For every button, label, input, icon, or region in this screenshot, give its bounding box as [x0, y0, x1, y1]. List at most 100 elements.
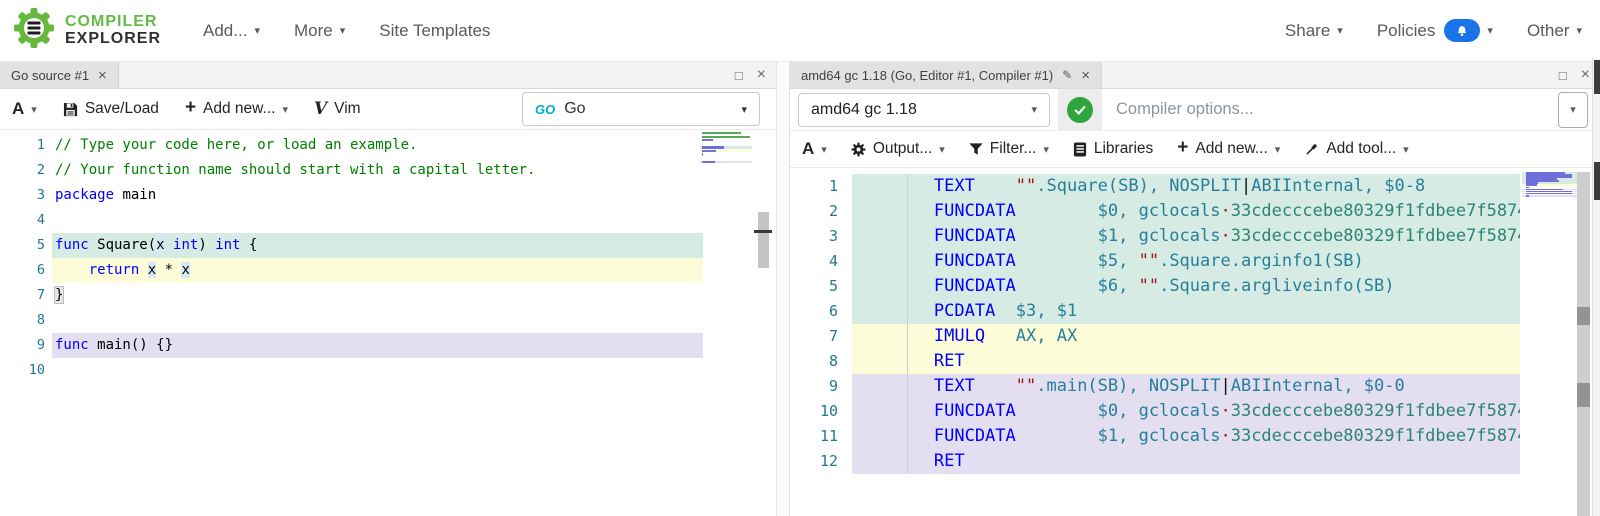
gear-icon	[851, 142, 866, 157]
line-content[interactable]: PCDATA $3, $1	[852, 299, 1520, 324]
asm-code-line[interactable]: 6 PCDATA $3, $1	[790, 299, 1600, 324]
line-content[interactable]	[52, 358, 703, 383]
source-code-line[interactable]: 6 return x * x	[0, 258, 776, 283]
line-content[interactable]: FUNCDATA $5, "".Square.arginfo1(SB)	[852, 249, 1520, 274]
line-content[interactable]: RET	[852, 449, 1520, 474]
source-code-line[interactable]: 7}	[0, 283, 776, 308]
line-content[interactable]: // Type your code here, or load an examp…	[52, 133, 703, 158]
compiler-selected: amd64 gc 1.18	[811, 101, 917, 119]
line-content[interactable]: TEXT "".Square(SB), NOSPLIT|ABIInternal,…	[852, 174, 1520, 199]
source-code-line[interactable]: 2// Your function name should start with…	[0, 158, 776, 183]
tab-compiler-output[interactable]: amd64 gc 1.18 (Go, Editor #1, Compiler #…	[790, 62, 1102, 88]
maximize-icon[interactable]: □	[735, 68, 743, 83]
menu-share[interactable]: Share▾	[1285, 21, 1343, 41]
asm-code-line[interactable]: 11 FUNCDATA $1, gclocals·33cdecccebe8032…	[790, 424, 1600, 449]
line-content[interactable]: package main	[52, 183, 703, 208]
line-number: 6	[790, 299, 838, 324]
source-editor[interactable]: 1// Type your code here, or load an exam…	[0, 130, 776, 516]
line-content[interactable]: FUNCDATA $1, gclocals·33cdecccebe80329f1…	[852, 424, 1520, 449]
source-code-line[interactable]: 8	[0, 308, 776, 333]
scrollbar-thumb[interactable]	[758, 212, 769, 268]
close-icon[interactable]: ×	[1081, 67, 1090, 84]
brand[interactable]: COMPILER EXPLORER	[12, 6, 161, 55]
line-content[interactable]: FUNCDATA $0, gclocals·33cdecccebe80329f1…	[852, 399, 1520, 424]
asm-output-editor[interactable]: 1 TEXT "".Square(SB), NOSPLIT|ABIInterna…	[790, 168, 1600, 516]
asm-code-line[interactable]: 12 RET	[790, 449, 1600, 474]
pane-splitter[interactable]	[776, 62, 790, 516]
options-dropdown-button[interactable]: ▾	[1558, 92, 1588, 128]
line-content[interactable]: FUNCDATA $0, gclocals·33cdecccebe80329f1…	[852, 199, 1520, 224]
source-toolbar: A ▾ Save/Load	[0, 89, 776, 130]
asm-code-line[interactable]: 2 FUNCDATA $0, gclocals·33cdecccebe80329…	[790, 199, 1600, 224]
line-content[interactable]: FUNCDATA $1, gclocals·33cdecccebe80329f1…	[852, 224, 1520, 249]
asm-code-line[interactable]: 4 FUNCDATA $5, "".Square.arginfo1(SB)	[790, 249, 1600, 274]
asm-code-line[interactable]: 5 FUNCDATA $6, "".Square.argliveinfo(SB)	[790, 274, 1600, 299]
asm-code-line[interactable]: 3 FUNCDATA $1, gclocals·33cdecccebe80329…	[790, 224, 1600, 249]
language-selector[interactable]: GO Go ▾	[522, 92, 760, 126]
line-content[interactable]: RET	[852, 349, 1520, 374]
menu-site-templates[interactable]: Site Templates	[379, 21, 490, 41]
line-content[interactable]: IMULQ AX, AX	[852, 324, 1520, 349]
add-tool-button[interactable]: Add tool... ▾	[1304, 140, 1408, 158]
font-size-button[interactable]: A ▾	[12, 99, 37, 119]
compiler-pane: amd64 gc 1.18 (Go, Editor #1, Compiler #…	[790, 62, 1600, 516]
maximize-icon[interactable]: □	[1559, 68, 1567, 83]
chevron-down-icon: ▾	[821, 143, 827, 156]
rename-pencil-icon[interactable]: ✎	[1062, 68, 1072, 82]
font-size-button[interactable]: A ▾	[802, 139, 827, 159]
vim-toggle-button[interactable]: V Vim	[314, 99, 361, 119]
compiler-options-input[interactable]	[1102, 90, 1558, 130]
source-code-line[interactable]: 4	[0, 208, 776, 233]
menu-other[interactable]: Other▾	[1527, 21, 1582, 41]
asm-code-line[interactable]: 8 RET	[790, 349, 1600, 374]
line-content[interactable]: TEXT "".main(SB), NOSPLIT|ABIInternal, $…	[852, 374, 1520, 399]
menu-add[interactable]: Add...▾	[203, 21, 260, 41]
asm-code-line[interactable]: 10 FUNCDATA $0, gclocals·33cdecccebe8032…	[790, 399, 1600, 424]
funnel-filter-icon	[969, 142, 983, 156]
source-code-line[interactable]: 10	[0, 358, 776, 383]
page-scrollbar[interactable]	[1592, 58, 1600, 516]
source-code-line[interactable]: 9func main() {}	[0, 333, 776, 358]
line-content[interactable]: // Your function name should start with …	[52, 158, 703, 183]
notification-bell-badge[interactable]	[1444, 19, 1480, 42]
close-icon[interactable]: ×	[98, 67, 107, 84]
line-content[interactable]: }	[52, 283, 703, 308]
source-overview-ruler[interactable]	[752, 130, 770, 516]
save-load-button[interactable]: Save/Load	[63, 100, 159, 118]
asm-code: 1 TEXT "".Square(SB), NOSPLIT|ABIInterna…	[790, 168, 1600, 474]
libraries-button[interactable]: Libraries	[1073, 140, 1153, 158]
asm-code-line[interactable]: 9 TEXT "".main(SB), NOSPLIT|ABIInternal,…	[790, 374, 1600, 399]
menu-more[interactable]: More▾	[294, 21, 345, 41]
compile-status-cell	[1058, 89, 1102, 131]
scrollbar-thumb[interactable]	[1594, 60, 1600, 94]
line-content[interactable]: func main() {}	[52, 333, 703, 358]
chevron-down-icon: ▾	[1570, 103, 1576, 116]
asm-minimap[interactable]	[1522, 172, 1577, 197]
compiler-selector[interactable]: amd64 gc 1.18 ▾	[798, 93, 1050, 127]
scrollbar-thumb[interactable]	[1594, 162, 1600, 200]
add-new-button[interactable]: + Add new... ▾	[1177, 139, 1280, 159]
line-content[interactable]	[52, 308, 703, 333]
asm-code-line[interactable]: 1 TEXT "".Square(SB), NOSPLIT|ABIInterna…	[790, 174, 1600, 199]
line-number: 7	[790, 324, 838, 349]
filter-button[interactable]: Filter... ▾	[969, 140, 1049, 158]
source-minimap[interactable]	[700, 132, 754, 168]
close-icon[interactable]: ×	[757, 66, 766, 84]
close-icon[interactable]: ×	[1581, 66, 1590, 84]
tab-go-source[interactable]: Go source #1 ×	[0, 62, 119, 88]
menu-policies[interactable]: Policies ▾	[1377, 19, 1493, 42]
line-content[interactable]: return x * x	[52, 258, 703, 283]
minimap-line	[700, 132, 754, 134]
source-code-line[interactable]: 3package main	[0, 183, 776, 208]
line-content[interactable]: func Square(x int) int {	[52, 233, 703, 258]
output-button[interactable]: Output... ▾	[851, 140, 945, 158]
source-code-line[interactable]: 1// Type your code here, or load an exam…	[0, 133, 776, 158]
asm-overview-ruler[interactable]	[1577, 172, 1590, 516]
line-number: 10	[0, 358, 45, 383]
minimap-line	[700, 164, 754, 166]
add-new-button[interactable]: + Add new... ▾	[185, 99, 288, 119]
line-content[interactable]: FUNCDATA $6, "".Square.argliveinfo(SB)	[852, 274, 1520, 299]
line-content[interactable]	[52, 208, 703, 233]
asm-code-line[interactable]: 7 IMULQ AX, AX	[790, 324, 1600, 349]
source-code-line[interactable]: 5func Square(x int) int {	[0, 233, 776, 258]
